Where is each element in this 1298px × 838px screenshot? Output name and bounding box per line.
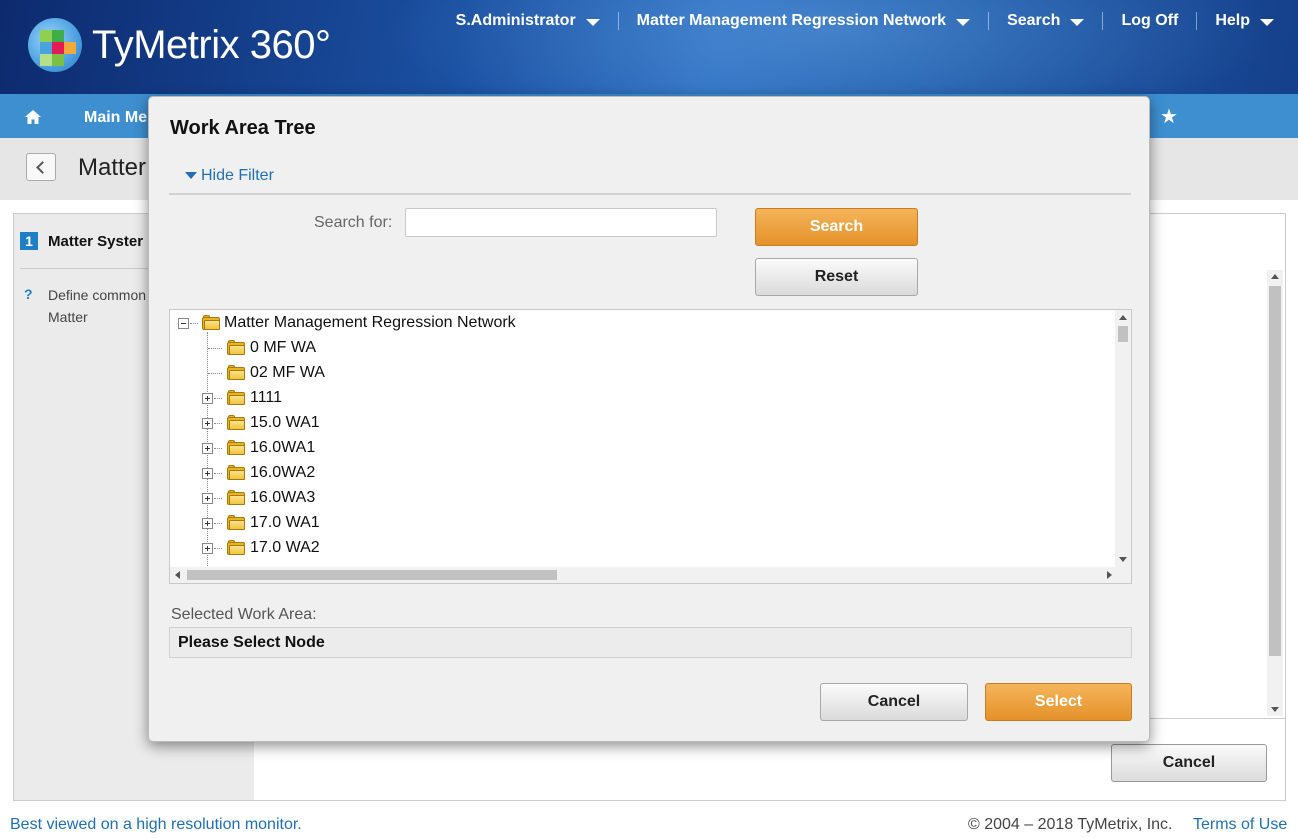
tree-connector: [214, 523, 222, 524]
tree-node[interactable]: 16.0WA1: [250, 437, 315, 459]
search-menu[interactable]: Search: [988, 12, 1102, 30]
resolution-note: Best viewed on a high resolution monitor…: [10, 816, 302, 833]
folder-icon: [227, 365, 245, 380]
content-scrollbar[interactable]: [1267, 270, 1283, 716]
cancel-button[interactable]: Cancel: [820, 683, 968, 721]
folder-icon: [227, 540, 245, 555]
logo[interactable]: TyMetrix 360°: [28, 18, 331, 72]
tree-connector: [214, 448, 222, 449]
help-text: Define common Matter: [48, 287, 147, 325]
network-menu-label: Matter Management Regression Network: [636, 12, 947, 29]
scroll-down-icon[interactable]: [1119, 557, 1127, 562]
tree-node[interactable]: 0 MF WA: [250, 337, 316, 359]
tree-connector: [214, 548, 222, 549]
tree-node-root[interactable]: Matter Management Regression Network: [224, 312, 516, 334]
tree-connector: [214, 498, 222, 499]
search-label: Search for:: [314, 214, 393, 231]
folder-icon: [227, 440, 245, 455]
expand-icon[interactable]: [202, 443, 213, 454]
logo-mark-icon: [28, 18, 82, 72]
tree-node[interactable]: 16.0WA3: [250, 487, 315, 509]
help-menu-label: Help: [1215, 12, 1250, 29]
scrollbar-thumb[interactable]: [1269, 286, 1281, 656]
back-button[interactable]: [26, 153, 56, 181]
home-icon[interactable]: [24, 109, 42, 125]
expand-icon[interactable]: [202, 418, 213, 429]
scrollbar-thumb[interactable]: [187, 570, 557, 580]
divider: [169, 193, 1131, 195]
chevron-down-icon: [1070, 18, 1085, 26]
page-title: Matter: [78, 154, 147, 181]
selected-work-area-label: Selected Work Area:: [171, 606, 317, 623]
search-menu-label: Search: [1007, 12, 1061, 29]
select-button[interactable]: Select: [985, 683, 1132, 721]
folder-icon: [202, 315, 220, 330]
step-label[interactable]: Matter Syster: [48, 233, 143, 250]
chevron-down-icon: [1260, 18, 1274, 26]
terms-of-use-link[interactable]: Terms of Use: [1193, 816, 1287, 834]
reset-button[interactable]: Reset: [755, 258, 918, 296]
collapse-icon[interactable]: [178, 318, 189, 329]
hide-filter-link[interactable]: Hide Filter: [201, 167, 274, 185]
page-cancel-button[interactable]: Cancel: [1111, 744, 1267, 782]
help-icon: ?: [24, 286, 33, 302]
scrollbar-thumb[interactable]: [1118, 326, 1128, 342]
scroll-up-icon[interactable]: [1271, 274, 1279, 279]
dialog-title: Work Area Tree: [170, 117, 316, 139]
scroll-up-icon[interactable]: [1119, 315, 1127, 320]
help-menu[interactable]: Help: [1196, 12, 1298, 30]
expand-icon[interactable]: [202, 543, 213, 554]
network-menu[interactable]: Matter Management Regression Network: [617, 12, 988, 30]
folder-icon: [227, 390, 245, 405]
chevron-left-icon: [36, 161, 49, 174]
tree-connector: [214, 398, 222, 399]
expand-icon[interactable]: [202, 468, 213, 479]
tree-connector: [214, 473, 222, 474]
tree-node[interactable]: 17.0 WA2: [250, 537, 320, 559]
logo-text: TyMetrix 360°: [92, 22, 331, 67]
tree-connector: [208, 373, 222, 374]
tree-node[interactable]: 1111: [250, 387, 282, 409]
work-area-tree-dialog: Work Area Tree Hide Filter Search for: S…: [148, 96, 1150, 742]
selected-work-area-field: Please Select Node: [169, 627, 1132, 658]
tree-horizontal-scrollbar[interactable]: [170, 567, 1117, 583]
selected-work-area-value: Please Select Node: [178, 634, 325, 651]
search-button[interactable]: Search: [755, 208, 918, 246]
search-input[interactable]: [405, 208, 717, 237]
expand-icon[interactable]: [202, 393, 213, 404]
tree-node[interactable]: 15.0 WA1: [250, 412, 320, 434]
star-icon[interactable]: ★: [1160, 104, 1178, 129]
step-number-badge: 1: [20, 232, 38, 250]
user-menu[interactable]: S.Administrator: [438, 12, 618, 30]
folder-icon: [227, 515, 245, 530]
log-off-link[interactable]: Log Off: [1102, 12, 1196, 30]
user-menu-label: S.Administrator: [455, 12, 576, 29]
chevron-down-icon: [956, 18, 971, 26]
tree-connector: [190, 323, 198, 324]
log-off-label: Log Off: [1121, 12, 1179, 29]
folder-icon: [227, 465, 245, 480]
folder-icon: [227, 415, 245, 430]
app-header: TyMetrix 360° S.Administrator Matter Man…: [0, 0, 1298, 94]
tree-node[interactable]: 16.0WA2: [250, 462, 315, 484]
copyright: © 2004 – 2018 TyMetrix, Inc.: [968, 816, 1173, 833]
expand-icon[interactable]: [202, 493, 213, 504]
main-menu-link[interactable]: Main Me: [84, 109, 147, 127]
scroll-right-icon[interactable]: [1107, 571, 1112, 579]
chevron-down-icon: [585, 18, 600, 26]
folder-icon: [227, 340, 245, 355]
scrollbar-corner: [1115, 567, 1131, 583]
tree-vertical-scrollbar[interactable]: [1115, 310, 1131, 567]
folder-icon: [227, 490, 245, 505]
tree-connector: [208, 348, 222, 349]
top-nav: S.Administrator Matter Management Regres…: [438, 0, 1298, 42]
tree-node[interactable]: 17.0 WA1: [250, 512, 320, 534]
caret-down-icon[interactable]: [185, 172, 197, 179]
scroll-down-icon[interactable]: [1271, 707, 1279, 712]
work-area-tree: Matter Management Regression Network 0 M…: [169, 309, 1132, 584]
expand-icon[interactable]: [202, 518, 213, 529]
tree-node[interactable]: 02 MF WA: [250, 362, 325, 384]
scroll-left-icon[interactable]: [175, 571, 180, 579]
tree-connector: [214, 423, 222, 424]
